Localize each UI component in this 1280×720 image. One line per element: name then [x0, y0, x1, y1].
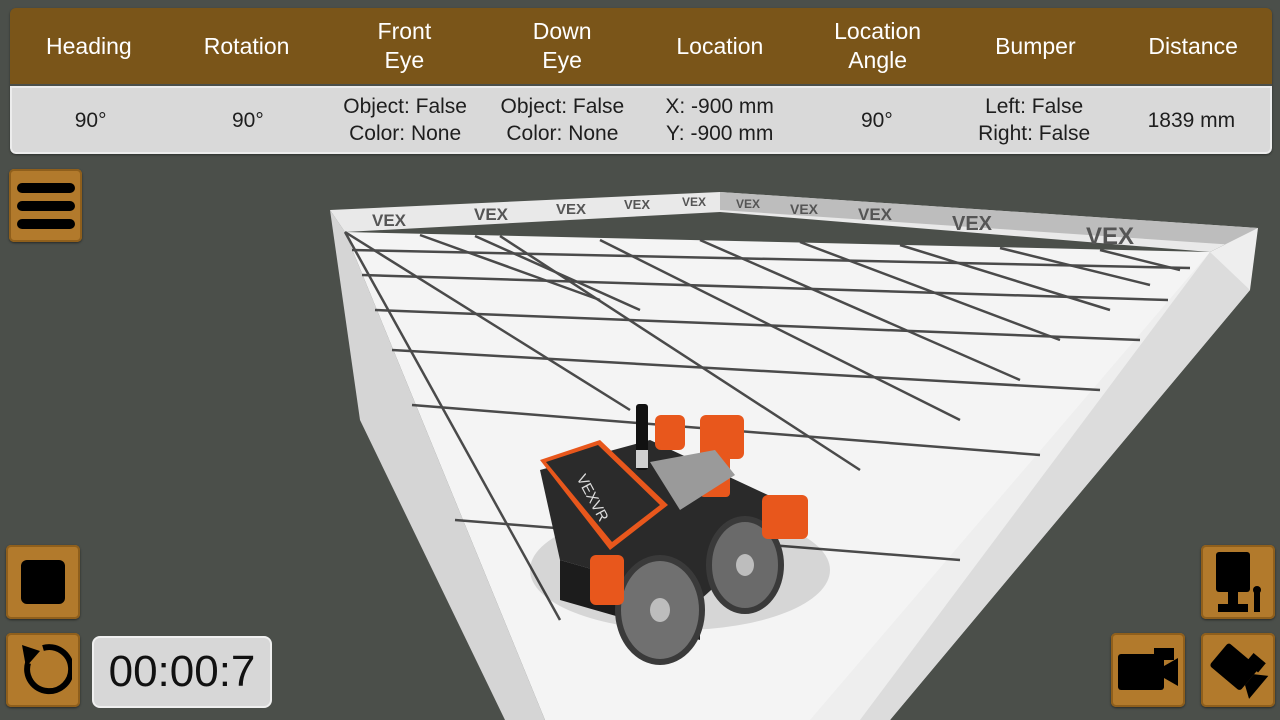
elapsed-timer: 00:00:7 — [92, 636, 272, 708]
location-header: Location — [676, 32, 764, 59]
bumper-header: Bumper — [995, 32, 1076, 59]
svg-text:VEX: VEX — [372, 211, 407, 230]
svg-text:VEX: VEX — [858, 205, 893, 224]
front-eye-value: Object: False Color: None — [343, 95, 467, 145]
stop-square-icon — [21, 560, 65, 604]
telemetry-panel: Heading Rotation Front Eye Down Eye Locati… — [10, 8, 1272, 154]
heading-header: Heading — [46, 32, 132, 59]
svg-text:VEX: VEX — [1086, 223, 1134, 250]
top-camera-icon — [1216, 552, 1261, 612]
distance-header: Distance — [1148, 32, 1238, 59]
rotation-value: 90° — [231, 108, 264, 132]
location-angle-value: 90° — [860, 108, 893, 132]
location-value: X: -900 mm Y: -900 mm — [665, 95, 774, 145]
stop-button[interactable] — [6, 545, 80, 619]
front-eye-header: Front Eye — [377, 18, 432, 73]
rotation-header: Rotation — [203, 32, 290, 59]
bumper-value: Left: False Right: False — [978, 95, 1091, 145]
side-camera-button[interactable] — [1111, 633, 1185, 707]
follow-camera-button[interactable] — [1201, 633, 1275, 707]
side-camera-icon — [1118, 648, 1178, 690]
hamburger-menu-icon — [16, 182, 75, 229]
svg-text:VEX: VEX — [474, 205, 509, 224]
svg-text:VEX: VEX — [624, 197, 650, 212]
follow-camera-icon — [1210, 643, 1269, 699]
down-eye-value: Object: False Color: None — [500, 95, 625, 145]
location-angle-header: Location Angle — [834, 18, 922, 73]
svg-text:VEX: VEX — [556, 201, 586, 218]
telemetry-header-row: Heading Rotation Front Eye Down Eye Locati… — [10, 8, 1272, 84]
heading-value: 90° — [74, 108, 107, 132]
svg-text:VEX: VEX — [952, 213, 993, 235]
reset-button[interactable] — [6, 633, 80, 707]
svg-text:VEX: VEX — [682, 195, 706, 209]
reset-arrow-icon — [22, 644, 72, 695]
telemetry-value-row: 90° 90° Object: False Color: None Object:… — [10, 86, 1272, 154]
svg-text:VEX: VEX — [790, 201, 819, 217]
down-eye-header: Down Eye — [532, 18, 592, 73]
menu-button[interactable] — [9, 169, 82, 242]
distance-value: 1839 mm — [1147, 108, 1236, 132]
svg-text:VEX: VEX — [736, 197, 760, 211]
top-camera-button[interactable] — [1201, 545, 1275, 619]
